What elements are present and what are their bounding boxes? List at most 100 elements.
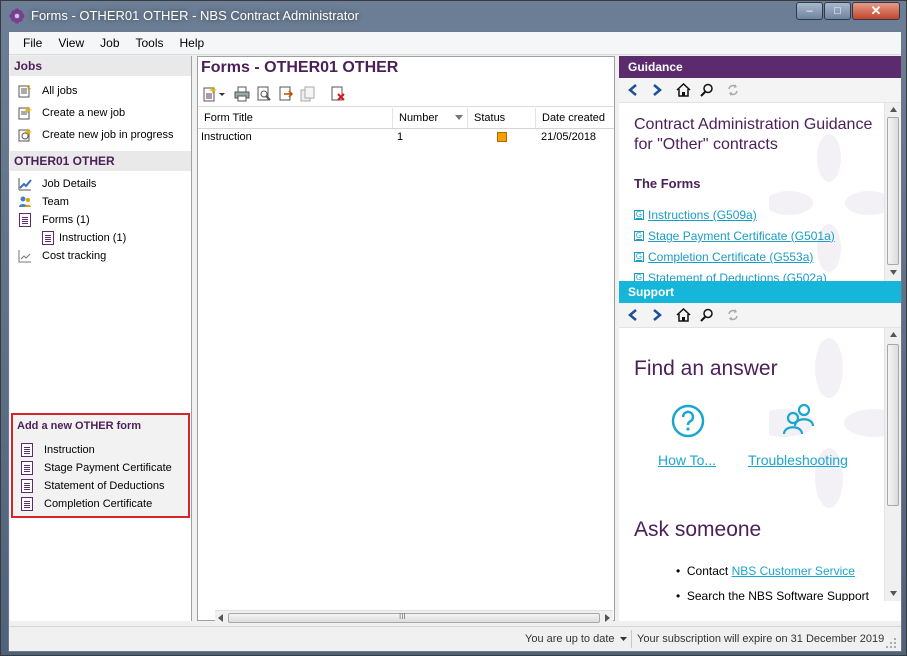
form-icon: [19, 496, 35, 512]
home-icon[interactable]: [675, 307, 691, 323]
dropdown-arrow-icon[interactable]: [620, 637, 627, 642]
support-scrollbar[interactable]: [884, 328, 901, 601]
resize-grip-icon[interactable]: [885, 637, 897, 649]
delete-form-icon[interactable]: [330, 86, 346, 102]
table-row[interactable]: Instruction 1 21/05/2018: [198, 129, 614, 147]
forward-arrow-icon[interactable]: [649, 82, 665, 98]
guidance-subheading: The Forms: [634, 176, 701, 191]
current-job-heading: OTHER01 OTHER: [10, 151, 191, 171]
support-navbar: [619, 303, 901, 328]
menu-view[interactable]: View: [50, 32, 92, 54]
forms-toolbar: [198, 82, 614, 107]
menu-file[interactable]: File: [9, 32, 50, 54]
link-icon: G: [634, 273, 644, 281]
search-icon[interactable]: [699, 82, 715, 98]
search-support-line: • Search the NBS Software Support: [676, 589, 869, 601]
close-button[interactable]: ✕: [852, 2, 900, 20]
nav-forms-label: Forms (1): [42, 214, 90, 226]
col-number[interactable]: Number: [393, 108, 468, 128]
guidance-link-completion[interactable]: G Completion Certificate (G553a): [634, 250, 813, 264]
link-icon: G: [634, 210, 644, 220]
nav-cost-tracking-label: Cost tracking: [42, 250, 107, 262]
forward-arrow-icon[interactable]: [649, 307, 665, 323]
guidance-navbar: [619, 78, 901, 103]
guidance-heading: Contract Administration Guidance for "Ot…: [634, 116, 873, 153]
jobs-heading: Jobs: [10, 56, 191, 76]
export-icon[interactable]: [278, 86, 294, 102]
subscription-status: Your subscription will expire on 31 Dece…: [637, 633, 885, 645]
guidance-link-statement-label: Statement of Deductions (G502a): [648, 271, 827, 281]
row-form-title: Instruction: [201, 131, 252, 143]
back-arrow-icon[interactable]: [625, 82, 641, 98]
guidance-band: Guidance: [619, 56, 901, 78]
scroll-up-icon[interactable]: [890, 332, 898, 338]
menu-tools[interactable]: Tools: [128, 32, 172, 54]
col-status[interactable]: Status: [468, 108, 536, 128]
update-status[interactable]: You are up to date: [525, 633, 615, 645]
how-to-link[interactable]: How To...: [658, 452, 716, 468]
nav-team-label: Team: [42, 196, 69, 208]
guidance-link-instructions[interactable]: G Instructions (G509a): [634, 208, 757, 222]
menu-job[interactable]: Job: [92, 32, 127, 54]
minimize-button[interactable]: –: [796, 2, 823, 20]
guidance-link-completion-label: Completion Certificate (G553a): [648, 250, 814, 264]
find-answer-heading: Find an answer: [634, 357, 778, 380]
add-statement-of-deductions[interactable]: Statement of Deductions: [19, 477, 164, 495]
search-icon[interactable]: [699, 307, 715, 323]
scroll-down-icon[interactable]: [890, 270, 898, 276]
troubleshooting-link[interactable]: Troubleshooting: [748, 452, 848, 468]
add-stage-payment-label: Stage Payment Certificate: [44, 462, 172, 474]
guidance-scrollbar[interactable]: [884, 103, 901, 281]
back-arrow-icon[interactable]: [625, 307, 641, 323]
copy-icon[interactable]: [300, 86, 316, 102]
guidance-link-stage-payment[interactable]: G Stage Payment Certificate (G501a): [634, 229, 835, 243]
title-bar[interactable]: Forms - OTHER01 OTHER - NBS Contract Adm…: [1, 1, 906, 31]
guidance-link-statement[interactable]: G Statement of Deductions (G502a): [634, 271, 827, 281]
form-icon: [19, 460, 35, 476]
scroll-left-icon[interactable]: [217, 614, 225, 622]
form-icon: [19, 442, 35, 458]
add-instruction[interactable]: Instruction: [19, 441, 95, 459]
nav-cost-tracking[interactable]: Cost tracking: [17, 247, 106, 265]
print-preview-icon[interactable]: [256, 86, 272, 102]
nav-job-details[interactable]: Job Details: [17, 175, 96, 193]
scroll-right-icon[interactable]: [603, 614, 611, 622]
troubleshooting-people-icon[interactable]: [781, 402, 817, 436]
nav-create-job-in-progress[interactable]: Create new job in progress: [17, 126, 173, 144]
print-icon[interactable]: [234, 86, 250, 102]
add-stage-payment-certificate[interactable]: Stage Payment Certificate: [19, 459, 172, 477]
app-logo-icon: [9, 8, 25, 24]
maximize-button[interactable]: □: [824, 2, 851, 20]
customer-service-link[interactable]: NBS Customer Service: [732, 564, 855, 578]
nav-all-jobs[interactable]: All jobs: [17, 82, 77, 100]
guidance-scroll-thumb[interactable]: [887, 117, 899, 265]
menu-bar: File View Job Tools Help: [9, 32, 901, 55]
nav-job-details-label: Job Details: [42, 178, 97, 190]
refresh-icon[interactable]: [725, 82, 741, 98]
scroll-up-icon[interactable]: [890, 107, 898, 113]
nav-team[interactable]: Team: [17, 193, 69, 211]
question-mark-icon[interactable]: [671, 404, 705, 438]
menu-help[interactable]: Help: [172, 32, 213, 54]
add-completion-certificate[interactable]: Completion Certificate: [19, 495, 152, 513]
dropdown-arrow-icon[interactable]: [218, 86, 226, 102]
row-number: 1: [397, 131, 404, 143]
new-job-icon: [17, 105, 33, 121]
new-form-icon[interactable]: [202, 86, 218, 102]
nav-create-job[interactable]: Create a new job: [17, 104, 125, 122]
home-icon[interactable]: [675, 82, 691, 98]
grip-icon: III: [399, 612, 406, 621]
scroll-down-icon[interactable]: [890, 591, 898, 597]
add-statement-label: Statement of Deductions: [44, 480, 165, 492]
status-divider: [631, 630, 632, 648]
support-scroll-thumb[interactable]: [887, 344, 899, 506]
forms-icon: [17, 212, 33, 228]
horizontal-scrollbar[interactable]: III: [215, 610, 613, 625]
nav-instruction[interactable]: Instruction (1): [40, 229, 126, 247]
scroll-thumb[interactable]: III: [228, 612, 600, 623]
nav-forms[interactable]: Forms (1): [17, 211, 90, 229]
refresh-icon[interactable]: [725, 307, 741, 323]
col-date-created[interactable]: Date created: [536, 108, 614, 128]
team-icon: [17, 194, 33, 210]
col-form-title[interactable]: Form Title: [198, 108, 393, 128]
